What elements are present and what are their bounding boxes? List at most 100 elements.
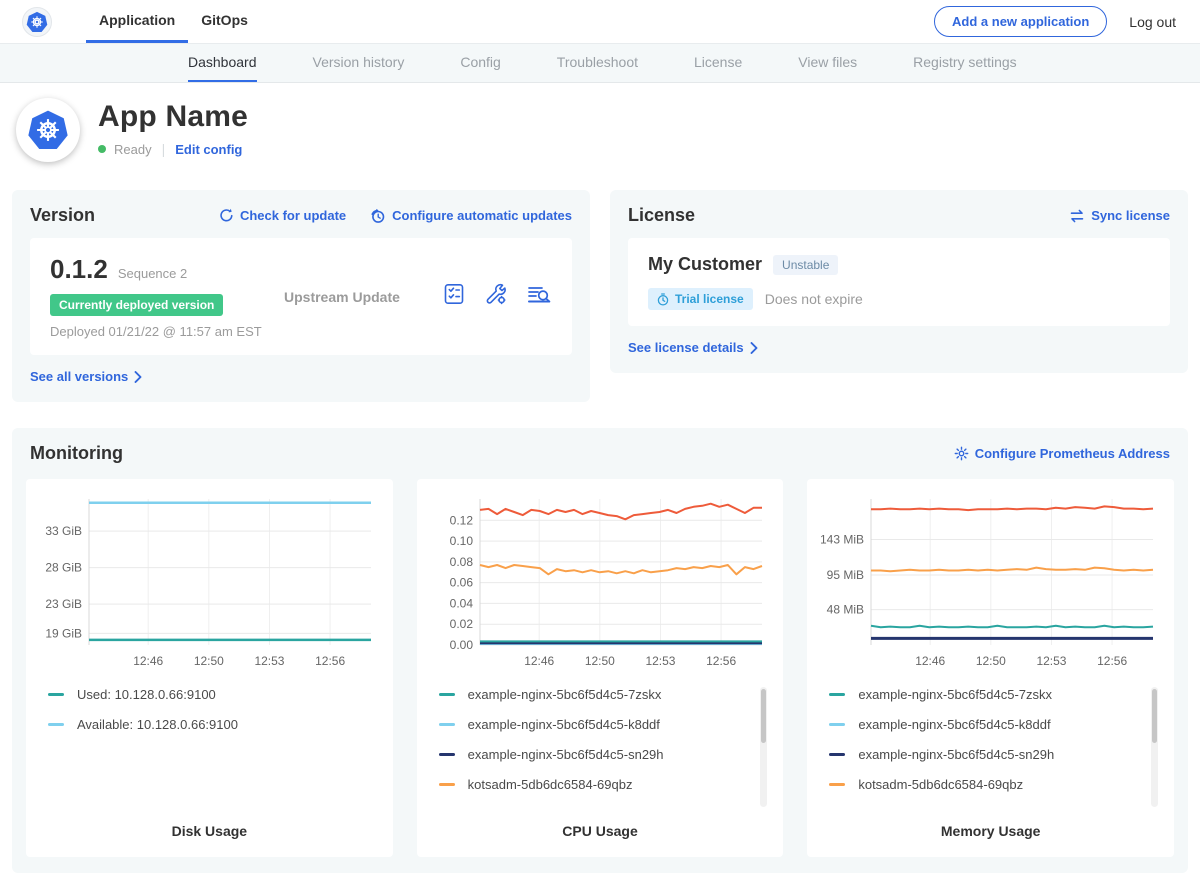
svg-text:12:50: 12:50 <box>194 654 224 668</box>
license-card-actions: Sync license <box>1069 208 1170 223</box>
trial-license-badge: Trial license <box>648 288 753 310</box>
configure-automatic-updates-button[interactable]: Configure automatic updates <box>370 208 572 224</box>
add-new-application-button[interactable]: Add a new application <box>934 6 1107 37</box>
svg-text:28 GiB: 28 GiB <box>46 561 83 575</box>
tab-registry-settings[interactable]: Registry settings <box>913 44 1016 82</box>
edit-config-link[interactable]: Edit config <box>175 142 242 157</box>
legend-item: kotsadm-5db6dc6584-69qbz <box>439 777 770 792</box>
legend-item: Available: 10.128.0.66:9100 <box>48 717 379 732</box>
channel-badge: Unstable <box>773 255 838 275</box>
chart-legend: example-nginx-5bc6f5d4c5-7zskxexample-ng… <box>829 687 1160 817</box>
cpu-usage-chart-card: 12:4612:5012:5312:560.120.100.080.060.04… <box>417 479 784 857</box>
preflight-checks-icon[interactable] <box>442 282 466 311</box>
edit-config-icon[interactable] <box>484 282 508 311</box>
version-card: Version Check for update Configure autom… <box>12 190 590 402</box>
svg-text:0.06: 0.06 <box>450 576 474 590</box>
legend-label: example-nginx-5bc6f5d4c5-sn29h <box>858 747 1054 762</box>
app-logo-link[interactable] <box>22 0 52 43</box>
version-number: 0.1.2 <box>50 254 108 285</box>
legend-items: Used: 10.128.0.66:9100 Available: 10.128.… <box>48 687 379 732</box>
legend-color-dash <box>439 783 455 786</box>
see-license-details-link[interactable]: See license details <box>628 340 758 355</box>
svg-text:12:56: 12:56 <box>1097 654 1127 668</box>
top-nav: Application GitOps Add a new application… <box>0 0 1200 44</box>
see-all-versions-link[interactable]: See all versions <box>30 369 142 384</box>
svg-text:12:46: 12:46 <box>524 654 554 668</box>
chart-title: Disk Usage <box>36 817 383 849</box>
tab-dashboard[interactable]: Dashboard <box>188 44 257 82</box>
tab-application[interactable]: Application <box>86 0 188 43</box>
monitoring-title: Monitoring <box>30 443 123 464</box>
app-status-row: Ready | Edit config <box>98 141 248 157</box>
tab-view-files[interactable]: View files <box>798 44 857 82</box>
svg-text:12:46: 12:46 <box>134 654 164 668</box>
legend-color-dash <box>439 693 455 696</box>
legend-item: example-nginx-5bc6f5d4c5-7zskx <box>439 687 770 702</box>
version-card-title: Version <box>30 205 95 226</box>
tab-version-history[interactable]: Version history <box>313 44 405 82</box>
legend-scrollbar-thumb[interactable] <box>1152 689 1157 743</box>
tab-troubleshoot[interactable]: Troubleshoot <box>557 44 638 82</box>
svg-text:12:56: 12:56 <box>315 654 345 668</box>
app-header: App Name Ready | Edit config <box>0 83 1200 184</box>
tab-config[interactable]: Config <box>460 44 500 82</box>
kubernetes-logo-icon <box>26 11 48 33</box>
legend-item: Used: 10.128.0.66:9100 <box>48 687 379 702</box>
legend-color-dash <box>48 723 64 726</box>
app-avatar <box>16 98 80 162</box>
legend-color-dash <box>48 693 64 696</box>
svg-text:12:53: 12:53 <box>1036 654 1066 668</box>
svg-text:12:53: 12:53 <box>255 654 285 668</box>
tab-gitops[interactable]: GitOps <box>188 0 261 43</box>
svg-text:0.10: 0.10 <box>450 534 474 548</box>
license-customer-row: My Customer Unstable <box>648 254 1150 275</box>
monitoring-section: Monitoring Configure Prometheus Address … <box>12 428 1188 873</box>
kubernetes-app-icon <box>27 109 69 151</box>
version-sequence: Sequence 2 <box>118 266 187 281</box>
app-header-text: App Name Ready | Edit config <box>98 98 248 157</box>
svg-text:0.04: 0.04 <box>450 596 474 610</box>
svg-text:0.02: 0.02 <box>450 617 474 631</box>
legend-scrollbar-thumb[interactable] <box>761 689 766 743</box>
gear-icon <box>954 446 969 461</box>
legend-label: example-nginx-5bc6f5d4c5-sn29h <box>468 747 664 762</box>
chart-legend: example-nginx-5bc6f5d4c5-7zskx example-ng… <box>439 687 770 817</box>
top-nav-tabs: Application GitOps <box>86 0 261 43</box>
legend-item: kotsadm-5db6dc6584-69qbz <box>829 777 1160 792</box>
cpu-usage-chart: 12:4612:5012:5312:560.120.100.080.060.04… <box>430 491 770 671</box>
version-info: 0.1.2 Sequence 2 Currently deployed vers… <box>50 254 282 339</box>
monitoring-actions: Configure Prometheus Address <box>954 446 1170 461</box>
svg-text:0.12: 0.12 <box>450 513 474 527</box>
currently-deployed-badge: Currently deployed version <box>50 294 223 316</box>
legend-label: example-nginx-5bc6f5d4c5-k8ddf <box>858 717 1050 732</box>
sync-arrows-icon <box>1069 209 1085 223</box>
memory-usage-chart-card: 12:4612:5012:5312:56143 MiB95 MiB48 MiB … <box>807 479 1174 857</box>
legend-scrollbar[interactable] <box>1151 687 1158 807</box>
version-action-icons <box>442 282 552 311</box>
version-number-row: 0.1.2 Sequence 2 <box>50 254 282 285</box>
monitoring-header: Monitoring Configure Prometheus Address <box>26 443 1174 464</box>
legend-label: kotsadm-5db6dc6584-69qbz <box>858 777 1023 792</box>
sync-license-button[interactable]: Sync license <box>1069 208 1170 223</box>
configure-prometheus-button[interactable]: Configure Prometheus Address <box>954 446 1170 461</box>
dashboard-cards-row: Version Check for update Configure autom… <box>0 184 1200 402</box>
clock-refresh-icon <box>370 208 386 224</box>
logout-button[interactable]: Log out <box>1129 14 1176 30</box>
legend-color-dash <box>829 783 845 786</box>
app-sub-nav: Dashboard Version history Config Trouble… <box>0 44 1200 83</box>
check-for-update-button[interactable]: Check for update <box>219 208 346 223</box>
license-details-card: My Customer Unstable Trial license Does … <box>628 238 1170 326</box>
chart-legend: Used: 10.128.0.66:9100 Available: 10.128.… <box>48 687 379 817</box>
current-version-card: 0.1.2 Sequence 2 Currently deployed vers… <box>30 238 572 355</box>
memory-usage-chart: 12:4612:5012:5312:56143 MiB95 MiB48 MiB <box>821 491 1161 671</box>
deploy-logs-icon[interactable] <box>526 282 552 311</box>
refresh-icon <box>219 208 234 223</box>
customer-name: My Customer <box>648 254 762 275</box>
legend-scrollbar[interactable] <box>760 687 767 807</box>
legend-item: example-nginx-5bc6f5d4c5-k8ddf <box>439 717 770 732</box>
tab-license[interactable]: License <box>694 44 742 82</box>
svg-text:95 MiB: 95 MiB <box>826 568 863 582</box>
legend-items: example-nginx-5bc6f5d4c5-7zskxexample-ng… <box>829 687 1160 792</box>
charts-row: 12:4612:5012:5312:5633 GiB28 GiB23 GiB19… <box>26 479 1174 857</box>
legend-color-dash <box>829 693 845 696</box>
